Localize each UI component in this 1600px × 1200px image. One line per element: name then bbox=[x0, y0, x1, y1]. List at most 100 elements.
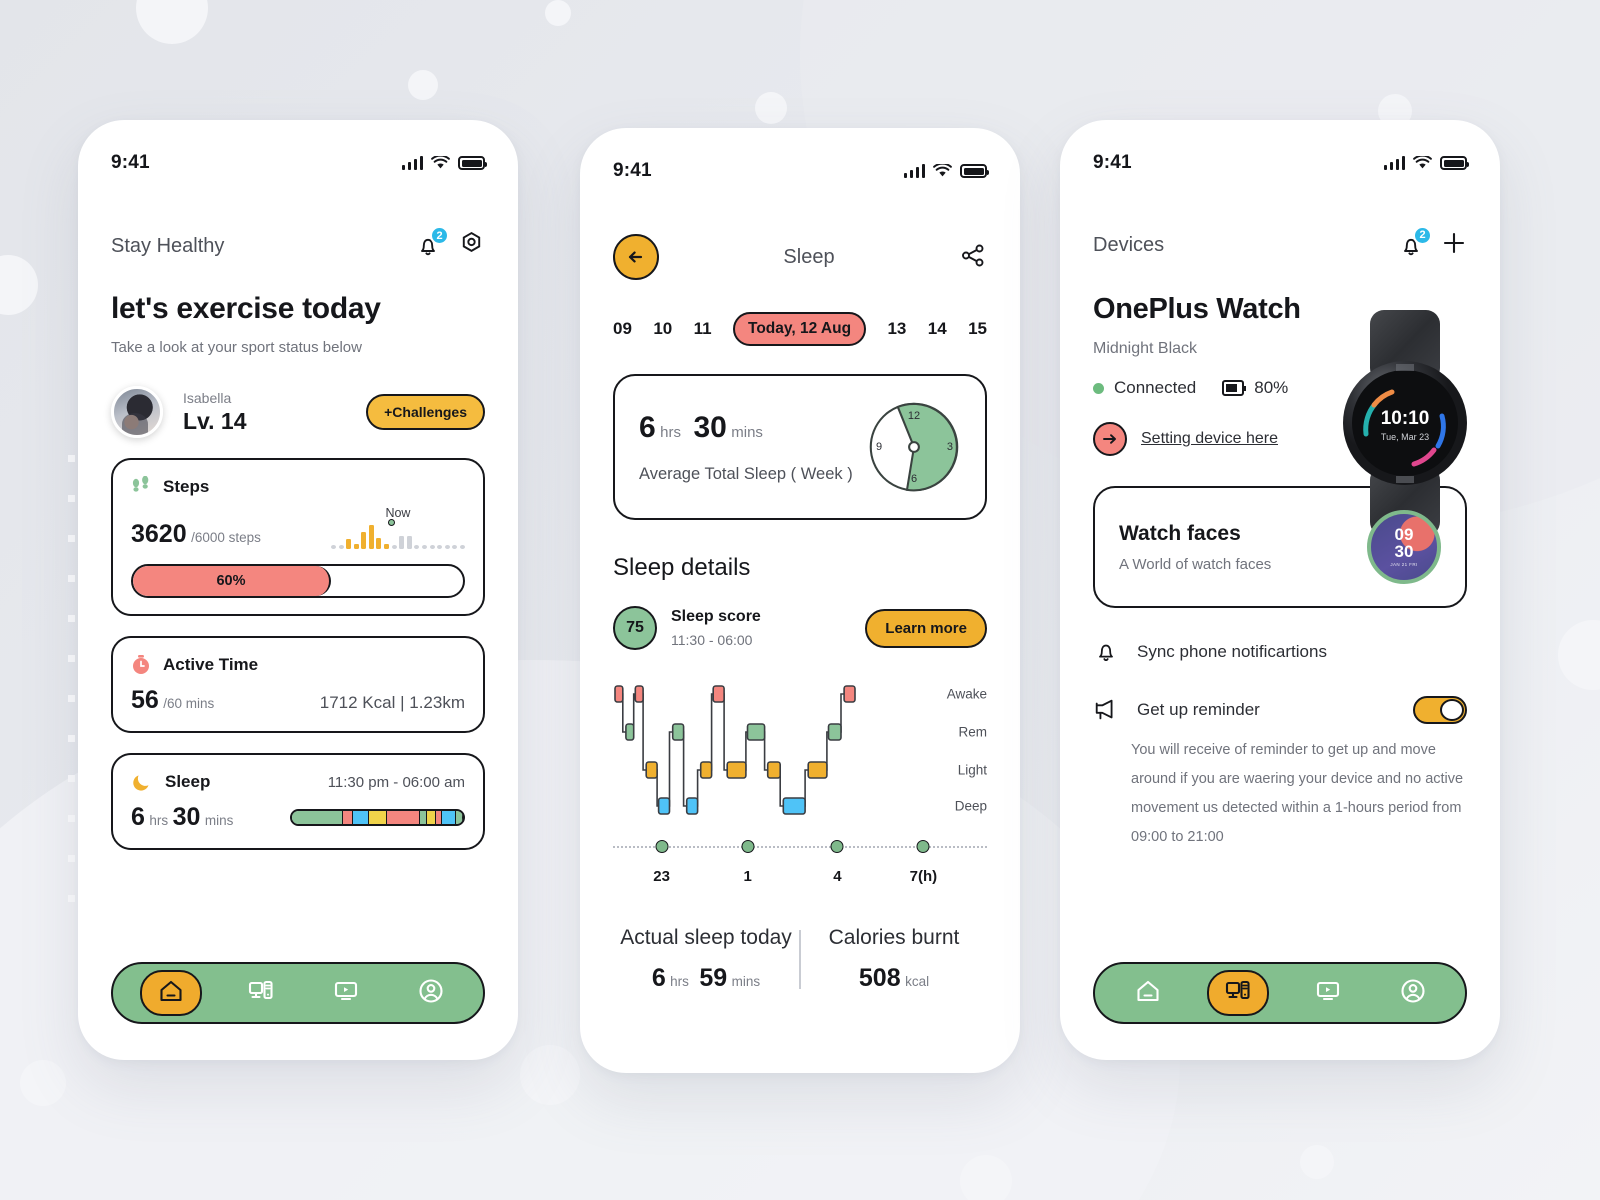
learn-more-button[interactable]: Learn more bbox=[865, 608, 987, 648]
steps-value: 3620 bbox=[131, 520, 187, 548]
notifications-button[interactable]: 2 bbox=[414, 226, 449, 260]
settings-button[interactable] bbox=[458, 230, 485, 262]
background-bubble bbox=[960, 1155, 1012, 1200]
background-bubble bbox=[20, 1060, 66, 1106]
sync-notifications-label: Sync phone notificartions bbox=[1137, 642, 1327, 661]
bottom-navigation[interactable] bbox=[111, 962, 485, 1024]
hypnogram-y-label: Deep bbox=[954, 798, 987, 814]
profile-row[interactable]: Isabella Lv. 14 +Challenges bbox=[111, 386, 485, 438]
nav-item-media[interactable] bbox=[320, 972, 372, 1014]
background-bubble bbox=[1300, 1145, 1334, 1179]
hypnogram-block bbox=[657, 797, 671, 815]
nav-item-devices[interactable] bbox=[235, 972, 287, 1014]
axis-tick-label: 23 bbox=[653, 868, 670, 885]
watch-face-minute: 30 bbox=[1394, 542, 1414, 562]
calories-value: 508 bbox=[858, 964, 901, 992]
sleep-stage-segment-bar bbox=[290, 809, 465, 826]
date-item[interactable]: 09 bbox=[613, 319, 632, 339]
date-item[interactable]: 14 bbox=[928, 319, 947, 339]
share-button[interactable] bbox=[959, 242, 987, 273]
hypnogram-y-label: Awake bbox=[946, 686, 987, 702]
calories-column: Calories burnt 508 kcal bbox=[801, 926, 987, 993]
date-item-today[interactable]: Today, 12 Aug bbox=[733, 312, 867, 346]
steps-card[interactable]: Steps 3620 /6000 steps Now 60% bbox=[111, 458, 485, 616]
sparkline-bar bbox=[414, 545, 420, 549]
app-header: Devices 2 bbox=[1093, 225, 1467, 261]
sparkline-bar bbox=[368, 525, 374, 549]
section-title-sleep-details: Sleep details bbox=[613, 554, 751, 581]
get-up-reminder-label: Get up reminder bbox=[1137, 700, 1260, 719]
cellular-bars-icon bbox=[401, 156, 423, 170]
play-screen-icon bbox=[1315, 979, 1341, 1008]
sleep-score-label: Sleep score bbox=[671, 608, 761, 625]
steps-progress-fill: 60% bbox=[133, 566, 331, 596]
date-selector[interactable]: 09 10 11 Today, 12 Aug 13 14 15 bbox=[613, 312, 987, 346]
bottom-navigation[interactable] bbox=[1093, 962, 1467, 1024]
active-time-card[interactable]: Active Time 56 /60 mins 1712 Kcal | 1.23… bbox=[111, 636, 485, 733]
avg-hours: 6 bbox=[639, 410, 656, 444]
steps-card-title: Steps bbox=[163, 477, 210, 496]
sleep-segment bbox=[369, 811, 388, 824]
page-title: let's exercise today bbox=[111, 292, 381, 325]
get-up-reminder-toggle[interactable] bbox=[1413, 696, 1467, 724]
background-bubble bbox=[755, 92, 787, 124]
background-dot-column bbox=[68, 455, 75, 935]
nav-item-home[interactable] bbox=[139, 970, 202, 1016]
nav-item-profile[interactable] bbox=[405, 972, 457, 1014]
status-time: 9:41 bbox=[1093, 152, 1132, 173]
notification-badge: 2 bbox=[1413, 225, 1432, 245]
sparkline-bar bbox=[406, 536, 412, 549]
sparkline-bar bbox=[361, 532, 367, 549]
status-bar: 9:41 bbox=[1093, 150, 1469, 176]
hypnogram-block bbox=[645, 761, 658, 779]
sparkline-bar bbox=[429, 545, 435, 549]
actual-sleep-title: Actual sleep today bbox=[620, 926, 792, 949]
sleep-dial-chart: 12 3 6 9 bbox=[867, 400, 961, 494]
watch-face-date: JAN 21 FRI bbox=[1390, 562, 1418, 568]
megaphone-icon bbox=[1095, 699, 1113, 720]
sleep-card[interactable]: Sleep 11:30 pm - 06:00 am 6 hrs 30 mins bbox=[111, 753, 485, 850]
connection-status: Connected bbox=[1114, 378, 1197, 397]
share-icon bbox=[962, 244, 984, 266]
nav-item-home[interactable] bbox=[1122, 972, 1174, 1014]
notifications-button[interactable]: 2 bbox=[1397, 225, 1432, 260]
actual-sleep-column: Actual sleep today 6 hrs 59 mins bbox=[613, 926, 799, 993]
get-up-reminder-row[interactable]: Get up reminder bbox=[1093, 696, 1467, 724]
wifi-icon bbox=[431, 156, 450, 169]
add-challenges-button[interactable]: +Challenges bbox=[366, 394, 485, 430]
avatar bbox=[111, 386, 163, 438]
date-item[interactable]: 10 bbox=[653, 319, 672, 339]
arrow-right-icon bbox=[1093, 422, 1127, 456]
add-device-button[interactable] bbox=[1441, 230, 1467, 261]
average-sleep-card: 6 hrs 30 mins Average Total Sleep ( Week… bbox=[613, 374, 987, 520]
nav-item-devices[interactable] bbox=[1206, 970, 1269, 1016]
hypnogram-y-label: Rem bbox=[958, 724, 987, 740]
sleep-range: 11:30 pm - 06:00 am bbox=[327, 773, 465, 791]
axis-node bbox=[655, 840, 669, 853]
sparkline-bar bbox=[338, 545, 344, 549]
nav-item-media[interactable] bbox=[1302, 972, 1354, 1014]
axis-tick-label: 1 bbox=[743, 868, 752, 885]
notification-badge: 2 bbox=[430, 226, 449, 245]
actual-sleep-mins: 59 bbox=[699, 964, 728, 992]
home-icon bbox=[1135, 979, 1161, 1008]
steps-sparkline: Now bbox=[330, 506, 465, 549]
watch-faces-subtitle: A World of watch faces bbox=[1119, 555, 1272, 573]
date-item[interactable]: 13 bbox=[887, 319, 906, 339]
status-dot-icon bbox=[1093, 382, 1104, 394]
sync-notifications-row[interactable]: Sync phone notificartions bbox=[1093, 638, 1467, 666]
watch-face-preview: 09 30 JAN 21 FRI bbox=[1367, 510, 1441, 584]
plus-icon bbox=[1443, 232, 1465, 254]
sleep-hours: 6 bbox=[131, 803, 145, 831]
sleep-score-row: 75 Sleep score 11:30 - 06:00 Learn more bbox=[613, 606, 987, 650]
home-icon bbox=[158, 979, 184, 1008]
back-button[interactable] bbox=[613, 234, 659, 280]
nav-item-profile[interactable] bbox=[1387, 972, 1439, 1014]
date-item[interactable]: 15 bbox=[968, 319, 987, 339]
dial-label-12: 12 bbox=[907, 410, 921, 422]
sleep-segment bbox=[342, 811, 353, 824]
setting-device-link[interactable]: Setting device here bbox=[1141, 430, 1278, 448]
date-item[interactable]: 11 bbox=[694, 319, 712, 339]
battery-icon bbox=[960, 164, 989, 178]
active-time-goal: /60 mins bbox=[163, 696, 215, 711]
